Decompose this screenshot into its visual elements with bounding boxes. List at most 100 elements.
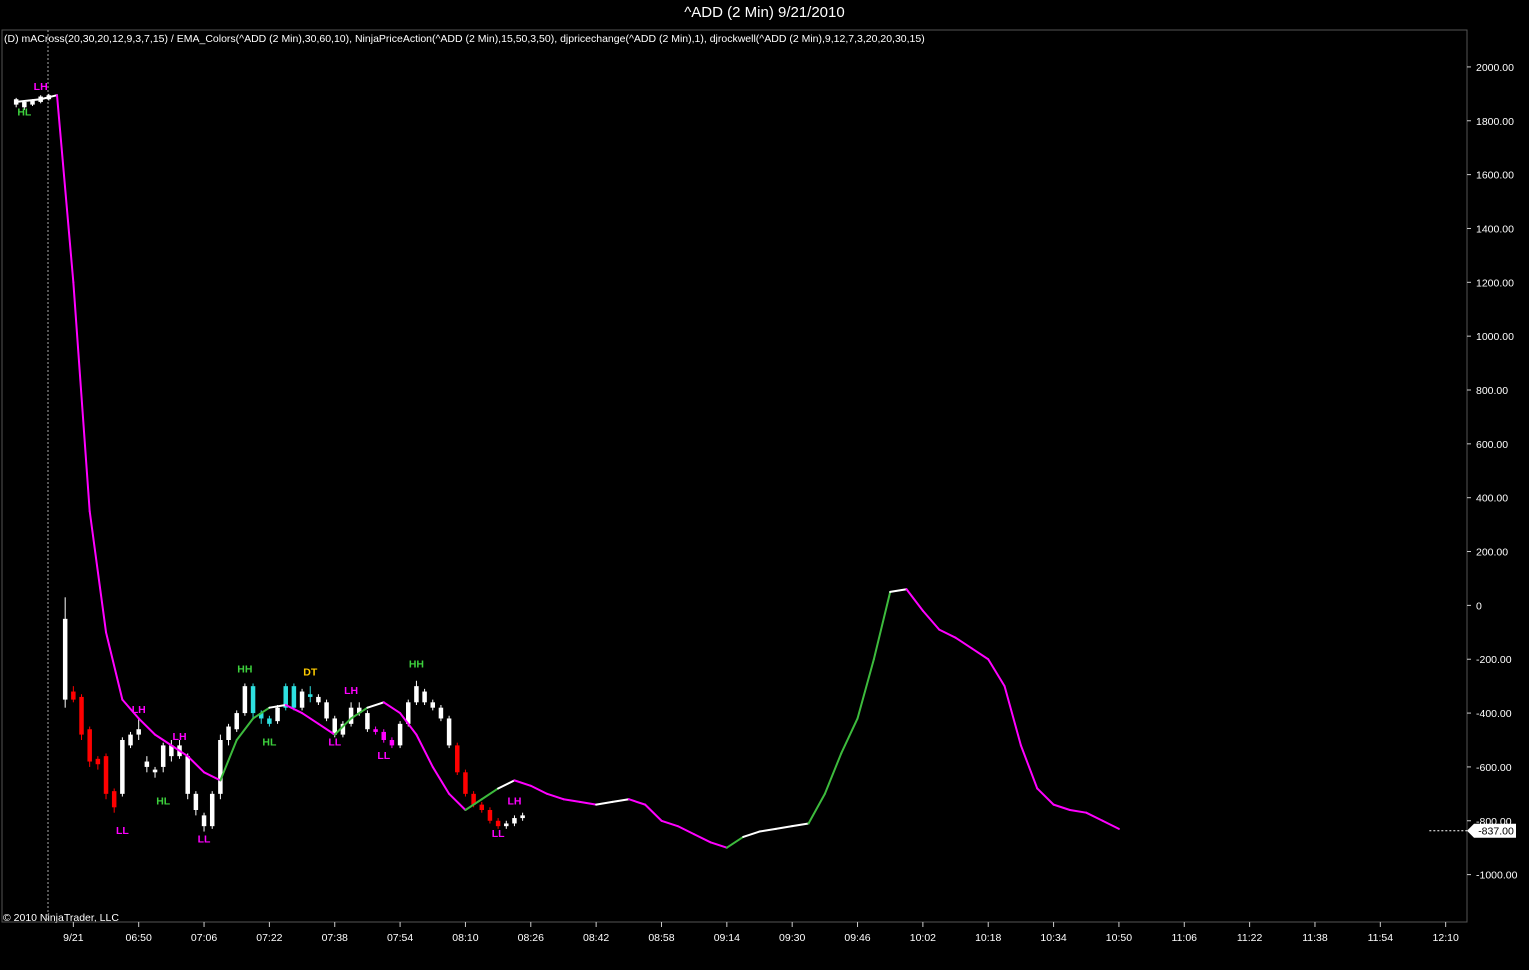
ema-segment: [595, 800, 614, 806]
ema-segment: [1036, 787, 1055, 806]
ema-segment: [856, 658, 875, 720]
time-tick-label: 09:46: [844, 932, 870, 944]
candle-body: [95, 758, 101, 765]
ema-segment: [791, 822, 810, 828]
ema-segment: [905, 588, 924, 612]
last-price-marker: -837.00: [1429, 823, 1516, 838]
price-tick-label: 200.00: [1476, 547, 1508, 559]
time-tick-label: 08:10: [452, 932, 478, 944]
ema-segment: [415, 733, 434, 768]
candle-body: [504, 823, 509, 827]
candle-body: [389, 740, 395, 746]
ema-segment: [954, 636, 973, 650]
time-tick-label: 9/21: [63, 932, 84, 944]
candle-body: [422, 691, 427, 703]
candle-body: [79, 696, 84, 735]
price-axis: 2000.00 1800.00 1600.00 1400.00 1200.00 1000.…: [1467, 62, 1518, 882]
swing-label: LL: [116, 825, 129, 837]
ema-segment: [105, 631, 124, 701]
ema-segment: [1019, 744, 1039, 790]
swing-label: HL: [17, 106, 32, 118]
swing-label: HL: [262, 736, 277, 748]
time-tick-label: 09:30: [779, 932, 805, 944]
candle-body: [455, 745, 460, 773]
time-tick-label: 08:42: [583, 932, 609, 944]
price-tick-label: 1200.00: [1476, 277, 1514, 289]
price-tick-label: 1800.00: [1476, 116, 1514, 128]
ema-segment: [970, 647, 990, 661]
swing-label: DT: [303, 666, 318, 678]
price-tick-label: 800.00: [1476, 385, 1508, 397]
candle-body: [365, 713, 370, 730]
price-tick-label: -1000.00: [1476, 870, 1518, 882]
price-chart[interactable]: 2000.00 1800.00 1600.00 1400.00 1200.00 1000.…: [0, 0, 1529, 970]
ema-segment: [301, 712, 320, 725]
ema-segment: [1085, 811, 1104, 822]
price-tick-label: -200.00: [1476, 654, 1512, 666]
candle-body: [299, 691, 305, 708]
price-tick-label: 400.00: [1476, 493, 1508, 505]
ema-segment: [1068, 809, 1088, 814]
candle-body: [275, 707, 280, 722]
ema-segment: [611, 798, 630, 803]
ema-segment: [1052, 803, 1071, 811]
ema-segment: [431, 765, 451, 795]
ema-segment: [268, 704, 287, 709]
candle-body: [479, 804, 485, 810]
time-tick-label: 07:06: [191, 932, 217, 944]
swing-label: LL: [328, 736, 341, 748]
candle-body: [291, 686, 297, 708]
candle-body: [487, 810, 493, 821]
candle-body: [463, 772, 468, 794]
candle-body: [495, 820, 501, 827]
time-tick-label: 11:06: [1172, 932, 1198, 944]
candle-body: [520, 815, 525, 819]
time-tick-label: 10:18: [975, 932, 1001, 944]
swing-label: LL: [377, 750, 390, 762]
candle-body: [316, 696, 321, 703]
ema-segment: [758, 827, 777, 833]
price-tick-label: -600.00: [1476, 762, 1512, 774]
swing-label: LH: [34, 81, 48, 93]
candle-body: [397, 723, 403, 746]
candle-body: [160, 745, 166, 767]
ema-segment: [529, 784, 549, 795]
candle-body: [111, 791, 117, 808]
swing-label: HH: [409, 658, 424, 670]
candle-body: [381, 731, 386, 740]
ema-segment: [137, 717, 157, 736]
candle-body: [438, 707, 444, 719]
ema-segment: [72, 281, 91, 513]
time-tick-label: 07:22: [256, 932, 282, 944]
ema-segment: [693, 833, 712, 844]
swing-label: LH: [132, 704, 146, 716]
ema-segment: [660, 819, 679, 828]
ema-segment: [382, 701, 402, 715]
ema-segment: [840, 717, 859, 755]
swing-label: LL: [492, 828, 505, 840]
time-tick-label: 10:50: [1106, 932, 1132, 944]
candle-body: [209, 793, 215, 827]
candle-body: [71, 691, 76, 700]
ema-segment: [546, 792, 565, 801]
time-tick-label: 12:10: [1433, 932, 1459, 944]
time-tick-label: 10:02: [910, 932, 936, 944]
ema-segment: [578, 800, 598, 806]
ema-segment: [497, 779, 516, 790]
time-tick-label: 09:14: [714, 932, 740, 944]
candle-body: [234, 713, 239, 730]
candle-body: [512, 818, 517, 824]
ema-segment: [742, 830, 761, 838]
price-tick-label: 2000.00: [1476, 62, 1514, 74]
ema-segment: [889, 588, 908, 593]
ema-segment: [1003, 685, 1022, 747]
candle-body: [62, 618, 68, 700]
time-tick-label: 11:54: [1368, 932, 1394, 944]
candle-body: [414, 686, 419, 703]
ema-segment: [513, 779, 532, 787]
swing-label: LH: [507, 796, 521, 808]
time-tick-label: 07:54: [387, 932, 413, 944]
ema-segment: [219, 739, 238, 782]
ema-segment: [448, 792, 467, 811]
ema-segment: [774, 825, 794, 830]
